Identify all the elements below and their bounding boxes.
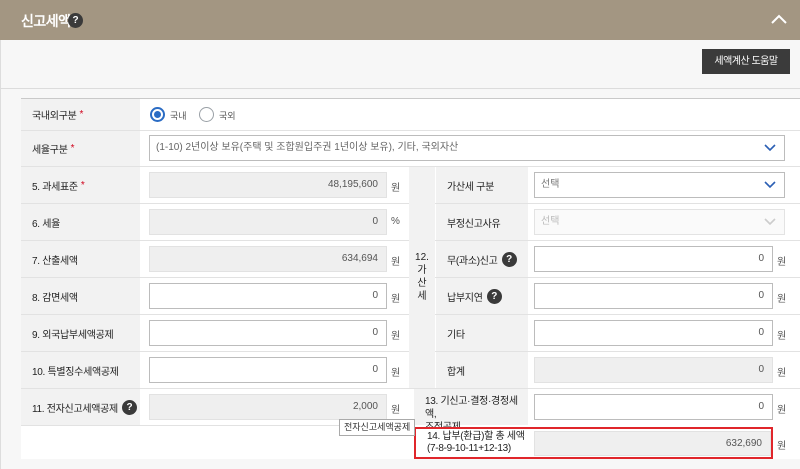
tax-rate-select[interactable]: (1-10) 2년이상 보유(주택 및 조합원입주권 1년이상 보유), 기타,…: [149, 135, 785, 161]
foreign-tax-credit-input[interactable]: 0: [149, 320, 387, 346]
domestic-label: 국내외구분 *: [21, 99, 140, 130]
fraud-reason-select-value: 선택: [541, 216, 560, 227]
unit-won: 원: [391, 294, 401, 305]
penalty-total-field: 0: [534, 357, 773, 383]
special-withholding-input[interactable]: 0: [149, 357, 387, 383]
radio-foreign[interactable]: [199, 107, 214, 122]
no-report-help-icon[interactable]: ?: [501, 251, 517, 267]
tax-rate-field: 0: [149, 209, 387, 235]
e-filing-credit-label: 11. 전자신고세액공제 ?: [21, 389, 140, 425]
late-payment-help-icon[interactable]: ?: [486, 288, 502, 304]
section-title: 신고세액: [21, 13, 71, 29]
other-penalty-label: 기타: [436, 315, 528, 351]
tax-rate-label-text: 세율구분: [32, 145, 68, 156]
penalty-group-char: 산: [417, 278, 427, 289]
penalty-group-char: 세: [417, 291, 427, 302]
tax-base-label-text: 5. 과세표준: [32, 181, 78, 193]
no-report-input[interactable]: 0: [534, 246, 773, 272]
radio-foreign-label: 국외: [219, 111, 236, 121]
chevron-up-icon[interactable]: [768, 9, 790, 31]
calculated-tax-label: 7. 산출세액: [21, 241, 140, 277]
unit-won: 원: [777, 405, 787, 416]
chevron-down-icon: [764, 181, 776, 189]
chevron-down-icon: [764, 144, 776, 152]
section-help-icon[interactable]: ?: [68, 13, 83, 28]
highlight-box: [414, 427, 773, 459]
penalty-total-label: 합계: [436, 352, 528, 388]
unit-won: 원: [777, 294, 787, 305]
tooltip: 전자신고세액공제: [339, 419, 416, 436]
tax-rate-select-value: (1-10) 2년이상 보유(주택 및 조합원입주권 1년이상 보유), 기타,…: [156, 142, 459, 153]
late-payment-label-text: 납부지연: [447, 292, 483, 304]
unit-won: 원: [777, 441, 787, 452]
unit-won: 원: [777, 257, 787, 268]
penalty-type-label: 가산세 구분: [436, 167, 528, 203]
tax-rate-row-label: 6. 세율: [21, 204, 140, 240]
prior-tax-input[interactable]: 0: [534, 394, 773, 420]
required-mark: *: [80, 179, 85, 191]
tax-base-field: 48,195,600: [149, 172, 387, 198]
unit-won: 원: [777, 331, 787, 342]
unit-won: 원: [391, 183, 401, 194]
e-filing-help-icon[interactable]: ?: [121, 399, 137, 415]
tax-reduction-label: 8. 감면세액: [21, 278, 140, 314]
penalty-group-label: 12. 가 산 세: [409, 167, 435, 388]
tax-base-label: 5. 과세표준 *: [21, 167, 140, 203]
other-penalty-input[interactable]: 0: [534, 320, 773, 346]
foreign-tax-credit-label: 9. 외국납부세액공제: [21, 315, 140, 351]
calc-help-button[interactable]: 세액계산 도움말: [702, 49, 790, 74]
unit-won: 원: [391, 331, 401, 342]
required-mark: *: [79, 109, 84, 120]
penalty-group-number: 12.: [415, 252, 429, 263]
section-header: 신고세액 ?: [0, 0, 800, 40]
unit-won: 원: [391, 368, 401, 379]
prior-tax-label: 13. 기신고·결정·경정세액, 조정공제: [414, 389, 528, 433]
tax-rate-label: 세율구분 *: [21, 131, 140, 166]
special-withholding-label: 10. 특별징수세액공제: [21, 352, 140, 388]
divider: [0, 88, 800, 89]
late-payment-input[interactable]: 0: [534, 283, 773, 309]
no-report-label-text: 무(과소)신고: [447, 255, 498, 267]
penalty-group-char: 가: [417, 265, 427, 276]
required-mark: *: [70, 143, 75, 154]
late-payment-label: 납부지연 ?: [436, 278, 528, 314]
e-filing-credit-field: 2,000: [149, 394, 387, 420]
radio-domestic[interactable]: [150, 107, 165, 122]
radio-domestic-label: 국내: [170, 111, 187, 121]
domestic-label-text: 국내외구분: [32, 111, 77, 122]
penalty-type-select[interactable]: 선택: [534, 172, 785, 198]
unit-won: 원: [777, 368, 787, 379]
no-report-label: 무(과소)신고 ?: [436, 241, 528, 277]
fraud-reason-select: 선택: [534, 209, 785, 235]
penalty-type-select-value: 선택: [541, 179, 560, 190]
chevron-down-icon: [764, 218, 776, 226]
unit-won: 원: [391, 257, 401, 268]
unit-won: 원: [391, 405, 401, 416]
tax-reduction-input[interactable]: 0: [149, 283, 387, 309]
e-filing-credit-label-text: 11. 전자신고세액공제: [32, 403, 118, 415]
calculated-tax-field: 634,694: [149, 246, 387, 272]
fraud-reason-label: 부정신고사유: [436, 204, 528, 240]
unit-percent: %: [391, 216, 400, 227]
prior-tax-label-line1: 13. 기신고·결정·경정세액,: [425, 396, 518, 420]
